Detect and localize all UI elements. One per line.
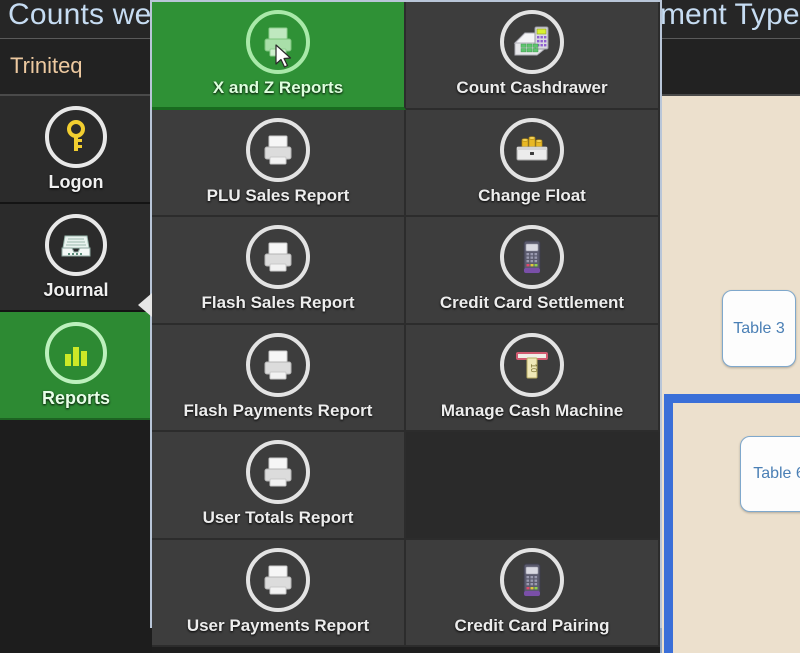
menu-tile-credit-card-settlement[interactable]: Credit Card Settlement xyxy=(406,217,660,325)
printer-icon xyxy=(246,547,310,612)
svg-text:10: 10 xyxy=(529,363,538,372)
window-title-left: Counts we xyxy=(8,0,152,31)
menu-tile-count-cashdrawer[interactable]: Count Cashdrawer xyxy=(406,2,660,110)
wall-segment xyxy=(664,394,800,403)
floorplan-area xyxy=(660,96,800,653)
eftpos-icon xyxy=(500,547,564,612)
bar-chart-icon xyxy=(45,321,107,384)
printer-icon xyxy=(246,225,310,289)
menu-tile-label: PLU Sales Report xyxy=(206,185,350,205)
menu-tile-label: Credit Card Settlement xyxy=(439,293,625,312)
flyout-pointer-icon xyxy=(138,293,152,317)
menu-tile-flash-payments-report[interactable]: Flash Payments Report xyxy=(152,324,406,432)
menu-tile-flash-sales-report[interactable]: Flash Sales Report xyxy=(152,217,406,325)
menu-tile-user-payments-report[interactable]: User Payments Report xyxy=(152,539,406,647)
table-button-3[interactable]: Table 3 xyxy=(722,290,796,367)
menu-tile-label: Flash Payments Report xyxy=(183,400,373,420)
cash-machine-icon: 10 xyxy=(500,332,564,397)
cashdrawer-icon xyxy=(500,10,564,74)
sidebar-item-label: Reports xyxy=(41,387,110,408)
table-button-6[interactable]: Table 6 xyxy=(740,436,800,512)
menu-tile-empty xyxy=(406,432,660,540)
sidebar-item-journal[interactable]: Journal xyxy=(0,204,152,312)
menu-tile-plu-sales-report[interactable]: PLU Sales Report xyxy=(152,109,406,217)
printer-icon xyxy=(246,332,310,397)
window-title-right: ment Type( xyxy=(660,0,800,31)
mouse-cursor-icon xyxy=(274,44,294,75)
operator-name: Triniteq xyxy=(10,53,83,78)
menu-tile-label: Flash Sales Report xyxy=(201,293,355,312)
menu-tile-label: Manage Cash Machine xyxy=(440,400,624,420)
sidebar: Logon Journal Reports xyxy=(0,96,152,653)
reports-menu-panel: X and Z Reports Count Cashdrawer PLU Sal… xyxy=(150,0,662,647)
table-button-label: Table 3 xyxy=(733,319,785,337)
printer-icon xyxy=(246,440,310,504)
printer-icon xyxy=(246,117,310,182)
table-button-label: Table 6 xyxy=(753,465,800,482)
menu-tile-user-totals-report[interactable]: User Totals Report xyxy=(152,432,406,540)
key-icon xyxy=(45,105,107,168)
eftpos-icon xyxy=(500,225,564,289)
menu-tile-credit-card-pairing[interactable]: Credit Card Pairing xyxy=(406,539,660,647)
menu-tile-label: Count Cashdrawer xyxy=(456,78,608,97)
sidebar-item-label: Journal xyxy=(43,279,109,300)
menu-tile-label: X and Z Reports xyxy=(212,78,344,97)
sidebar-item-label: Logon xyxy=(48,171,104,192)
menu-tile-change-float[interactable]: Change Float xyxy=(406,109,660,217)
menu-tile-label: Change Float xyxy=(478,185,586,205)
sidebar-item-reports[interactable]: Reports xyxy=(0,312,152,420)
menu-tile-label: User Payments Report xyxy=(186,615,370,635)
coin-drawer-icon xyxy=(500,117,564,182)
menu-tile-label: Credit Card Pairing xyxy=(454,615,610,635)
sidebar-empty-space xyxy=(0,420,152,653)
wall-segment xyxy=(664,394,673,653)
sidebar-item-logon[interactable]: Logon xyxy=(0,96,152,204)
menu-tile-label: User Totals Report xyxy=(202,508,354,527)
file-tray-icon xyxy=(45,213,107,276)
menu-tile-manage-cash-machine[interactable]: 10 Manage Cash Machine xyxy=(406,324,660,432)
